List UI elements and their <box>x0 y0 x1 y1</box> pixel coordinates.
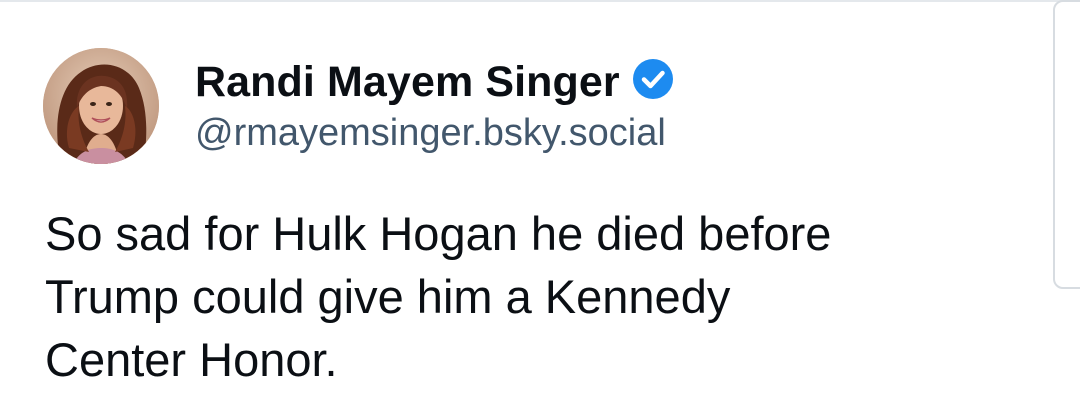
author-display-name[interactable]: Randi Mayem Singer <box>195 58 620 107</box>
scrollbar[interactable] <box>1053 0 1080 289</box>
avatar[interactable] <box>43 48 159 164</box>
author-name-row: Randi Mayem Singer <box>195 54 674 110</box>
post-card[interactable]: Randi Mayem Singer @rmayemsinger.bsky.so… <box>0 0 1080 415</box>
verified-check-icon <box>632 58 674 100</box>
author-handle[interactable]: @rmayemsinger.bsky.social <box>195 112 666 155</box>
post-text: So sad for Hulk Hogan he died before Tru… <box>45 207 832 386</box>
